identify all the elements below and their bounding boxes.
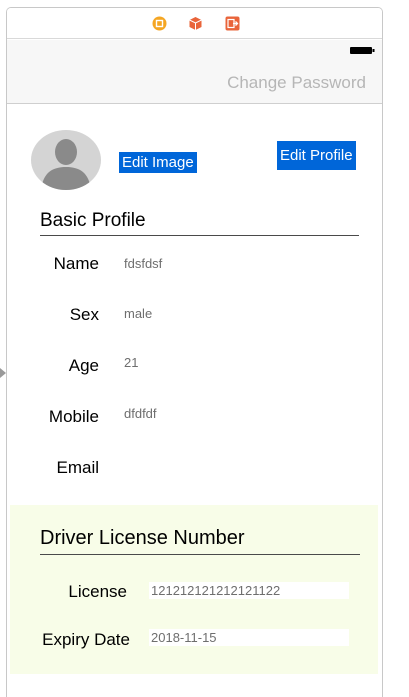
navigation-bar: Change Password: [7, 40, 382, 104]
first-responder-icon[interactable]: [188, 16, 203, 31]
view-controller-icon[interactable]: [152, 16, 167, 31]
edit-image-button[interactable]: Edit Image: [119, 152, 197, 173]
sex-value: male: [124, 306, 153, 321]
sex-label: Sex: [69, 305, 99, 324]
expiry-date-field[interactable]: 2018-11-15: [149, 629, 349, 646]
age-label: Age: [68, 356, 99, 375]
battery-icon: [350, 47, 375, 54]
email-label: Email: [56, 458, 99, 477]
expiry-date-label: Expiry Date: [42, 630, 130, 649]
exit-icon[interactable]: [225, 16, 240, 31]
license-field[interactable]: 121212121212121122: [149, 582, 349, 599]
basic-profile-title: Basic Profile: [40, 210, 146, 231]
name-label: Name: [53, 254, 99, 273]
name-value: fdsfdsf: [124, 256, 163, 271]
change-password-button[interactable]: Change Password: [227, 73, 366, 93]
mobile-label: Mobile: [48, 407, 99, 426]
driver-license-panel: Driver License Number License 1212121212…: [10, 505, 378, 674]
scene-dock: [7, 8, 382, 39]
profile-avatar[interactable]: [31, 130, 101, 190]
driver-license-divider: [40, 554, 360, 555]
basic-profile-divider: [40, 235, 359, 236]
driver-license-title: Driver License Number: [40, 527, 245, 549]
mobile-value: dfdfdf: [124, 406, 157, 421]
scene-frame: Change Password Edit Image Edit Profile …: [6, 7, 383, 697]
edit-profile-button[interactable]: Edit Profile: [277, 141, 356, 170]
age-value: 21: [124, 355, 139, 370]
license-label: License: [68, 582, 127, 601]
